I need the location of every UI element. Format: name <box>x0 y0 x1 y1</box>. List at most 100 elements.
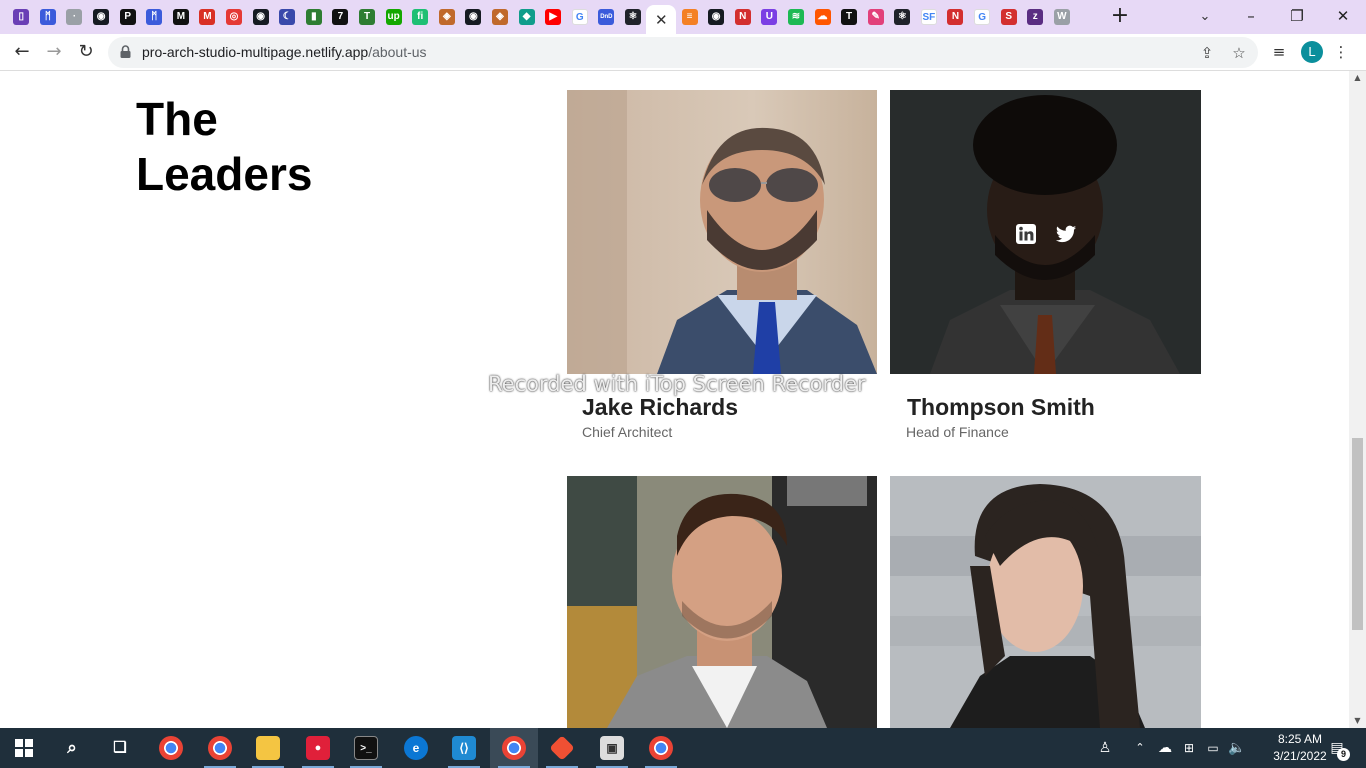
task-view-glyph: ❏ <box>113 739 127 756</box>
browser-tab[interactable]: G <box>969 5 996 29</box>
window-close-icon[interactable]: ✕ <box>1320 0 1366 32</box>
browser-tab[interactable]: DnD <box>593 5 620 29</box>
close-tab-icon[interactable]: ✕ <box>655 12 668 28</box>
browser-tab[interactable]: N <box>942 5 969 29</box>
sf-favicon: SF <box>920 9 937 25</box>
scroll-up-icon[interactable]: ▲ <box>1349 71 1366 85</box>
reading-list-icon[interactable]: ≡ <box>1266 39 1292 65</box>
browser-tab[interactable]: G <box>566 5 593 29</box>
notifications-icon[interactable]: ▤ 9 <box>1322 728 1352 768</box>
file-explorer-taskbar-icon[interactable] <box>244 728 292 768</box>
browser-tab[interactable]: fi <box>407 5 434 29</box>
terminal-taskbar-icon[interactable]: >_ <box>342 728 390 768</box>
onedrive-icon[interactable]: ☁ <box>1154 728 1176 768</box>
browser-tab[interactable]: up <box>380 5 407 29</box>
browser-tab[interactable]: ≡ <box>676 5 703 29</box>
browser-tab[interactable]: ▶ <box>540 5 567 29</box>
show-hidden-icons-icon[interactable]: ⌃ <box>1130 728 1150 768</box>
linkedin-icon[interactable] <box>1015 223 1037 245</box>
browser-tab[interactable]: T <box>354 5 381 29</box>
browser-tab[interactable]: ☾ <box>274 5 301 29</box>
browser-tab[interactable]: z <box>1022 5 1049 29</box>
taskbar-clock[interactable]: 8:25 AM 3/21/2022 <box>1273 731 1326 765</box>
p-favicon: P <box>119 9 136 25</box>
twitter-icon[interactable] <box>1055 223 1077 245</box>
browser-tab[interactable]: ◎ <box>221 5 248 29</box>
search-icon[interactable]: ⌕ <box>48 728 96 768</box>
browser-tab[interactable]: ≋ <box>783 5 810 29</box>
git-taskbar-icon[interactable] <box>538 728 586 768</box>
volume-icon[interactable]: 🔈 <box>1226 728 1248 768</box>
chrome-profile-r2-taskbar-icon[interactable] <box>637 728 685 768</box>
github-favicon: ◉ <box>93 9 110 25</box>
forward-icon[interactable]: → <box>40 38 68 66</box>
page-title: The Leaders <box>136 92 312 202</box>
browser-tab[interactable]: S <box>995 5 1022 29</box>
plug-icon[interactable]: ⊞ <box>1178 728 1200 768</box>
browser-tab[interactable]: ▮ <box>301 5 328 29</box>
browser-tab[interactable]: ✎ <box>862 5 889 29</box>
address-bar[interactable]: pro-arch-studio-multipage.netlify.app/ab… <box>108 37 1258 68</box>
chrome-profile-l-taskbar-icon[interactable] <box>490 728 538 768</box>
browser-tab[interactable]: P <box>114 5 141 29</box>
browser-tab[interactable]: ⚛ <box>889 5 916 29</box>
browser-tab[interactable]: ◉ <box>247 5 274 29</box>
leader-photo-3[interactable] <box>567 476 877 728</box>
active-browser-tab[interactable]: ✕ <box>646 5 677 34</box>
minimize-icon[interactable]: – <box>1228 0 1274 32</box>
profile-avatar[interactable]: L <box>1301 41 1323 63</box>
browser-tab[interactable]: ◉ <box>703 5 730 29</box>
browser-tab[interactable]: ◈ <box>434 5 461 29</box>
page-scrollbar[interactable]: ▲ ▼ <box>1349 71 1366 728</box>
browser-tab[interactable]: N <box>729 5 756 29</box>
browser-tab[interactable]: 7 <box>327 5 354 29</box>
network-icon[interactable]: ▭ <box>1202 728 1224 768</box>
chrome-taskbar-icon[interactable] <box>147 728 195 768</box>
restore-icon[interactable]: ❐ <box>1274 0 1320 32</box>
menu-icon[interactable]: ⋮ <box>1328 39 1354 65</box>
browser-tab[interactable]: ◉ <box>88 5 115 29</box>
bookmark-star-icon[interactable]: ☆ <box>1228 42 1250 64</box>
reload-icon[interactable]: ↻ <box>72 38 100 66</box>
share-icon[interactable]: ⇪ <box>1196 42 1218 64</box>
browser-tab[interactable]: W <box>1049 5 1076 29</box>
tab-search-icon[interactable]: ⌄ <box>1194 6 1216 28</box>
n-favicon: N <box>734 9 751 25</box>
browser-tab[interactable]: T <box>836 5 863 29</box>
browser-tab[interactable]: M <box>194 5 221 29</box>
browser-tab[interactable]: SF <box>916 5 943 29</box>
task-view-icon[interactable]: ❏ <box>96 728 144 768</box>
browser-tab[interactable]: ᛗ <box>35 5 62 29</box>
browser-tab[interactable]: ▯ <box>8 5 35 29</box>
chrome-profile-r-taskbar-icon[interactable] <box>196 728 244 768</box>
people-icon[interactable]: ♙ <box>1094 728 1116 768</box>
browser-tab[interactable]: U <box>756 5 783 29</box>
screen-recorder-taskbar-icon[interactable]: ● <box>294 728 342 768</box>
browser-tab[interactable]: ◆ <box>513 5 540 29</box>
browser-tab[interactable]: ☁ <box>809 5 836 29</box>
new-tab-button[interactable]: + <box>1108 4 1132 28</box>
browser-tab[interactable]: ⚛ <box>620 5 647 29</box>
upwork-favicon: up <box>385 9 402 25</box>
dnd-favicon: DnD <box>598 9 615 25</box>
leader-photo-4[interactable] <box>890 476 1201 728</box>
browser-tab[interactable]: ᛗ <box>141 5 168 29</box>
chrome-logo <box>649 736 673 760</box>
browser-tab[interactable]: M <box>168 5 195 29</box>
scroll-down-icon[interactable]: ▼ <box>1349 714 1366 728</box>
window-taskbar-icon[interactable]: ▣ <box>588 728 636 768</box>
folder-icon <box>256 736 280 760</box>
browser-tab[interactable]: ◈ <box>487 5 514 29</box>
vscode-taskbar-icon[interactable]: ⟨⟩ <box>440 728 488 768</box>
scroll-thumb[interactable] <box>1352 438 1363 630</box>
url-text[interactable]: pro-arch-studio-multipage.netlify.app/ab… <box>142 44 427 61</box>
youtube-favicon: ▶ <box>545 9 562 25</box>
start-button[interactable] <box>0 728 48 768</box>
edge-taskbar-icon[interactable]: e <box>392 728 440 768</box>
browser-tab[interactable]: · <box>61 5 88 29</box>
back-icon[interactable]: ← <box>8 38 36 66</box>
browser-tab[interactable]: ◉ <box>460 5 487 29</box>
google-favicon: G <box>571 9 588 25</box>
leader-photo-thompson[interactable] <box>890 90 1201 374</box>
leader-photo-jake[interactable] <box>567 90 877 374</box>
